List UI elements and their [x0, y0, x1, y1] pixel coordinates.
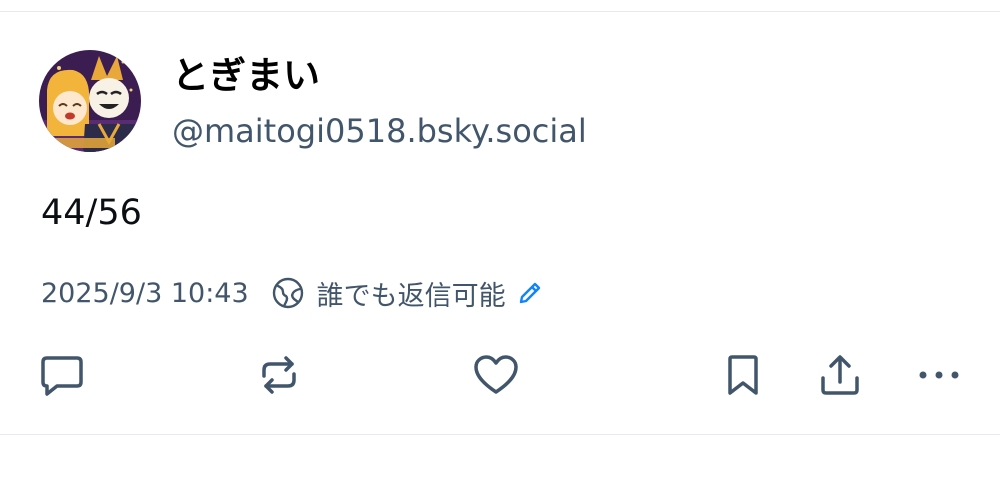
bookmark-button[interactable]: [718, 350, 768, 400]
like-button[interactable]: [471, 350, 521, 400]
reply-setting-button[interactable]: 誰でも返信可能: [271, 274, 544, 313]
top-divider: [0, 11, 1000, 12]
speech-bubble-icon: [41, 356, 83, 396]
author-handle[interactable]: @maitogi0518.bsky.social: [172, 109, 587, 153]
reply-setting-label: 誰でも返信可能: [316, 280, 506, 312]
avatar[interactable]: [39, 50, 141, 152]
heart-icon: [474, 355, 518, 394]
bookmark-icon: [728, 355, 758, 395]
bottom-divider: [0, 434, 1000, 435]
globe-icon: [272, 277, 303, 309]
ellipsis-icon: [919, 371, 959, 379]
post-meta: 2025/9/3 10:43 誰でも返信可能: [41, 272, 544, 314]
share-button[interactable]: [815, 350, 865, 400]
reply-button[interactable]: [37, 350, 87, 400]
repost-arrows-icon: [262, 356, 296, 394]
post-timestamp: 2025/9/3 10:43: [41, 277, 249, 309]
repost-button[interactable]: [254, 350, 304, 400]
author-display-name[interactable]: とぎまい: [172, 52, 320, 100]
pencil-icon[interactable]: [516, 279, 544, 307]
more-options-button[interactable]: [914, 350, 964, 400]
post-text: 44/56: [41, 193, 142, 233]
share-icon: [821, 355, 859, 395]
